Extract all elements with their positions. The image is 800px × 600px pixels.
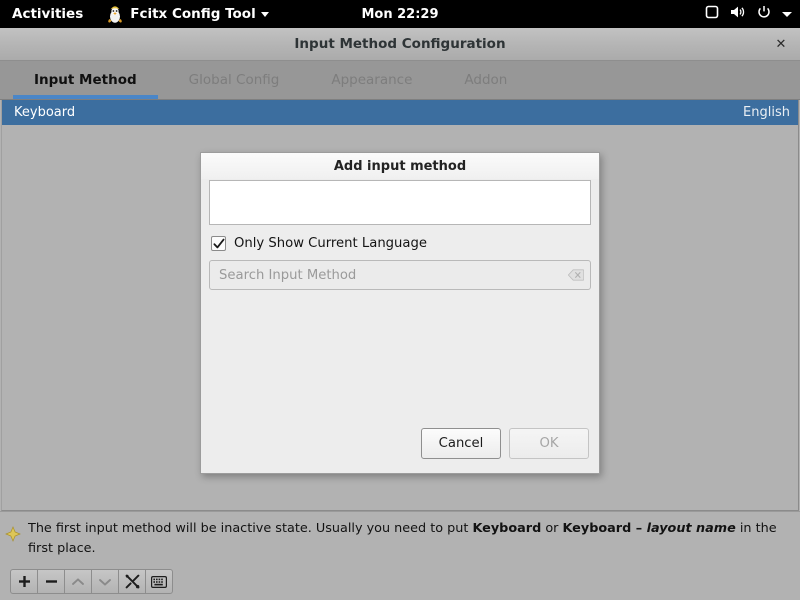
plus-icon: [18, 576, 30, 587]
tab-input-method[interactable]: Input Method: [8, 61, 163, 99]
hint-part-1: The first input method will be inactive …: [28, 521, 473, 536]
chevron-down-icon[interactable]: [782, 11, 792, 17]
dialog-header: Add input method: [201, 153, 599, 179]
keyboard-icon: [151, 575, 167, 588]
dialog-body: Only Show Current Language Search Input …: [201, 179, 599, 428]
search-input[interactable]: Search Input Method: [219, 268, 568, 283]
tab-addon[interactable]: Addon: [438, 61, 533, 99]
input-method-results-list[interactable]: [209, 296, 591, 428]
move-up-button[interactable]: [64, 569, 92, 594]
fcitx-penguin-icon: [105, 4, 125, 24]
dialog-title: Add input method: [333, 158, 467, 174]
hint-italic-layout-name: layout name: [646, 521, 736, 536]
app-menu-button[interactable]: Fcitx Config Tool: [97, 4, 276, 24]
info-diamond-icon: [4, 525, 22, 543]
check-icon: [213, 238, 224, 248]
checkbox-box[interactable]: [211, 236, 226, 251]
clear-backspace-icon[interactable]: [568, 269, 584, 281]
toolbar-button-group: [10, 569, 173, 594]
window-title: Input Method Configuration: [294, 36, 506, 52]
checkbox-label: Only Show Current Language: [234, 236, 427, 251]
chevron-up-icon: [72, 577, 84, 585]
bottom-toolbar: [0, 565, 800, 600]
configure-button[interactable]: [118, 569, 146, 594]
add-input-method-dialog: Add input method Only Show Current Langu…: [200, 152, 600, 474]
tab-global-config[interactable]: Global Config: [163, 61, 306, 99]
remove-input-method-button[interactable]: [37, 569, 65, 594]
close-icon[interactable]: ✕: [772, 35, 790, 53]
chevron-down-icon: [99, 578, 111, 586]
language-list[interactable]: [209, 180, 591, 225]
add-input-method-button[interactable]: [10, 569, 38, 594]
volume-icon[interactable]: [730, 5, 746, 23]
cancel-button[interactable]: Cancel: [421, 428, 501, 459]
list-item[interactable]: Keyboard English: [2, 100, 798, 125]
hint-part-2: or: [541, 521, 563, 536]
gnome-top-bar: Activities Fcitx Config Tool Mon 22:29: [0, 0, 800, 28]
hint-bar: The first input method will be inactive …: [0, 511, 800, 565]
dialog-footer: Cancel OK: [201, 428, 599, 473]
window-titlebar: Input Method Configuration ✕: [0, 28, 800, 61]
tools-icon: [125, 574, 139, 589]
only-show-current-language-checkbox[interactable]: Only Show Current Language: [209, 225, 591, 260]
tab-bar: Input Method Global Config Appearance Ad…: [0, 61, 800, 100]
hint-bold-keyboard-layout: Keyboard –: [562, 521, 647, 536]
tab-appearance[interactable]: Appearance: [305, 61, 438, 99]
input-method-language: English: [743, 105, 790, 120]
move-down-button[interactable]: [91, 569, 119, 594]
app-menu-label: Fcitx Config Tool: [130, 6, 256, 22]
chevron-down-icon: [260, 11, 269, 17]
activities-button[interactable]: Activities: [0, 0, 97, 28]
keyboard-layout-button[interactable]: [145, 569, 173, 594]
ok-button[interactable]: OK: [509, 428, 589, 459]
search-input-method-field[interactable]: Search Input Method: [209, 260, 591, 290]
input-method-name: Keyboard: [14, 105, 76, 120]
hint-text: The first input method will be inactive …: [28, 519, 790, 559]
hint-bold-keyboard: Keyboard: [472, 521, 542, 536]
system-tray: [705, 5, 792, 23]
minus-icon: [45, 580, 57, 583]
screen-icon[interactable]: [705, 5, 719, 23]
power-icon[interactable]: [757, 5, 771, 23]
